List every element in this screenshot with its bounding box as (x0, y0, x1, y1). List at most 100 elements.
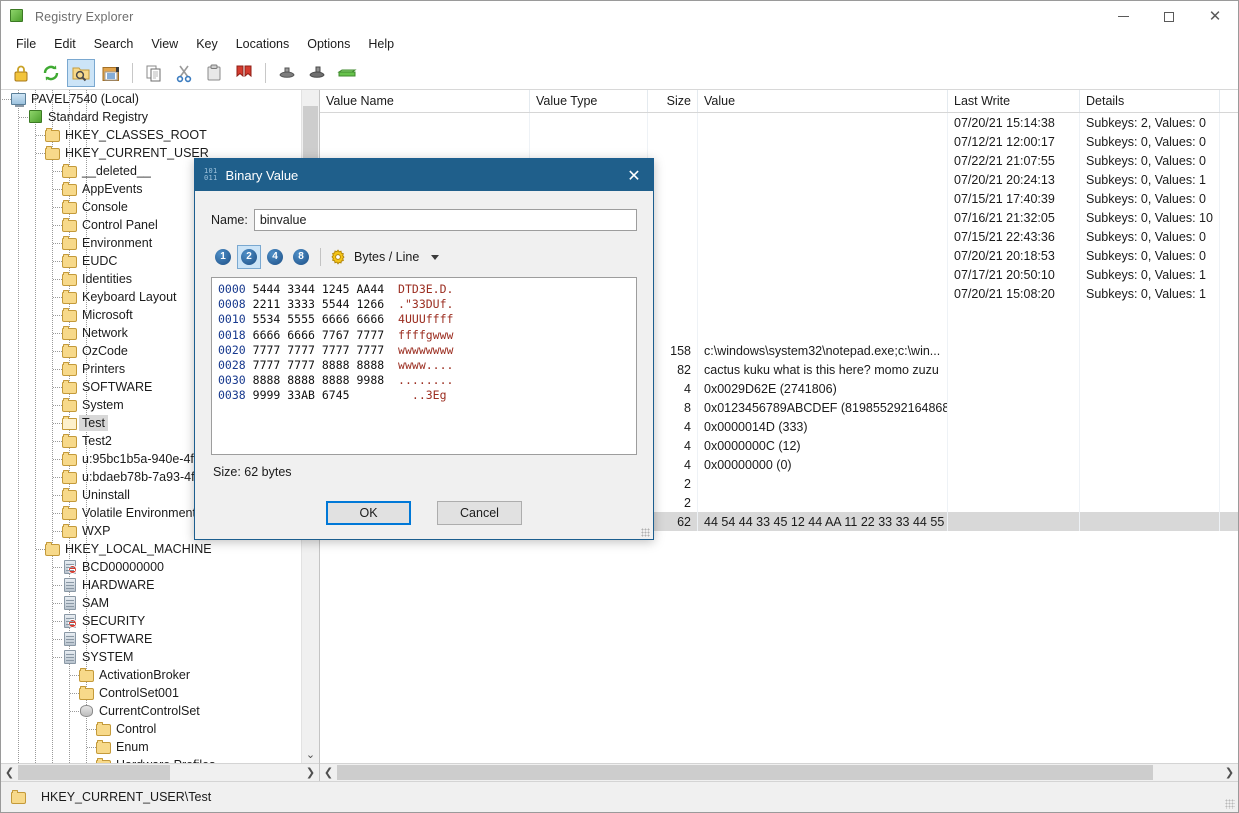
tree-item-activationbroker[interactable]: ActivationBroker (1, 666, 319, 684)
menu-file[interactable]: File (7, 34, 45, 55)
values-hscroll-thumb[interactable] (337, 765, 1153, 780)
folder-icon (62, 361, 78, 377)
folder-icon (62, 253, 78, 269)
cell-last-write (948, 360, 1080, 379)
values-hscroll-right-arrow[interactable]: ❯ (1221, 764, 1238, 781)
cut-icon[interactable] (170, 59, 198, 87)
bookmark-red-icon[interactable] (230, 59, 258, 87)
bytes-per-line-1-label: 1 (215, 249, 231, 265)
cell-last-write (948, 474, 1080, 493)
tree-horizontal-scrollbar[interactable]: ❮ ❯ (1, 763, 319, 781)
toolbar-separator (265, 63, 266, 83)
tree-item-control[interactable]: Control (1, 720, 319, 738)
hex-line: 0008 2211 3333 5544 1266 ."33DUf. (218, 297, 630, 312)
paste-icon[interactable] (200, 59, 228, 87)
tree-scroll-down-arrow[interactable]: ⌄ (302, 746, 319, 763)
tree-hscroll-track[interactable] (18, 764, 302, 781)
refresh-icon[interactable] (37, 59, 65, 87)
minimize-button[interactable] (1100, 1, 1146, 32)
menu-locations[interactable]: Locations (227, 34, 299, 55)
cell-last-write (948, 455, 1080, 474)
window-resize-grip[interactable] (1225, 799, 1235, 809)
ok-button[interactable]: OK (326, 501, 411, 525)
tree-item-hardware[interactable]: HARDWARE (1, 576, 319, 594)
cell-details: Subkeys: 0, Values: 0 (1080, 246, 1220, 265)
cell-details: Subkeys: 2, Values: 0 (1080, 113, 1220, 132)
find-folder-icon[interactable] (67, 59, 95, 87)
dialog-resize-grip[interactable] (641, 528, 650, 537)
plugin2-icon[interactable] (303, 59, 331, 87)
tree-item-currentcontrolset[interactable]: CurrentControlSet (1, 702, 319, 720)
green-bar-icon[interactable] (333, 59, 361, 87)
tree-hscroll-left-arrow[interactable]: ❮ (1, 764, 18, 781)
tree-item-label: Test (79, 415, 108, 431)
cell-value (698, 474, 948, 493)
folder-icon (62, 325, 78, 341)
tree-item-label: HKEY_CLASSES_ROOT (65, 128, 207, 142)
bookmarks-icon[interactable] (97, 59, 125, 87)
hive-denied-icon (62, 613, 78, 629)
menu-edit[interactable]: Edit (45, 34, 85, 55)
table-row[interactable]: 07/20/21 15:14:38 Subkeys: 2, Values: 0 (320, 113, 1238, 132)
column-header-value[interactable]: Value (698, 90, 948, 112)
values-hscroll-left-arrow[interactable]: ❮ (320, 764, 337, 781)
cell-details (1080, 360, 1220, 379)
tree-hscroll-thumb[interactable] (18, 765, 170, 780)
lock-icon[interactable] (7, 59, 35, 87)
folder-icon (62, 181, 78, 197)
hex-offset: 0008 (218, 297, 246, 312)
column-header-last-write[interactable]: Last Write (948, 90, 1080, 112)
cell-value (698, 227, 948, 246)
binary-value-dialog: 101011 Binary Value ✕ Name: 1 2 (194, 158, 654, 540)
copy-icon[interactable] (140, 59, 168, 87)
dialog-close-button[interactable]: ✕ (615, 159, 653, 191)
tree-item-standard-registry[interactable]: Standard Registry (1, 108, 319, 126)
hex-ascii: ..3Eg (398, 388, 447, 403)
bytes-per-line-4[interactable]: 4 (263, 245, 287, 269)
cell-value: 0x0000000C (12) (698, 436, 948, 455)
tree-item-hkey-local-machine[interactable]: HKEY_LOCAL_MACHINE (1, 540, 319, 558)
tree-item-controlset001[interactable]: ControlSet001 (1, 684, 319, 702)
tree-item-enum[interactable]: Enum (1, 738, 319, 756)
cell-last-write: 07/16/21 21:32:05 (948, 208, 1080, 227)
bytes-per-line-8[interactable]: 8 (289, 245, 313, 269)
cell-details (1080, 398, 1220, 417)
hex-bytes: 7777 7777 8888 8888 (252, 358, 399, 373)
tree-item-sam[interactable]: SAM (1, 594, 319, 612)
plugin-icon[interactable] (273, 59, 301, 87)
cell-details: Subkeys: 0, Values: 10 (1080, 208, 1220, 227)
tree-item-security[interactable]: SECURITY (1, 612, 319, 630)
menu-options[interactable]: Options (298, 34, 359, 55)
bytes-per-line-1[interactable]: 1 (211, 245, 235, 269)
value-name-input[interactable] (253, 209, 637, 231)
values-hscroll-track[interactable] (337, 764, 1221, 781)
tree-item-hkey-classes-root[interactable]: HKEY_CLASSES_ROOT (1, 126, 319, 144)
dialog-title-bar: 101 011 Binary Value ✕ (195, 159, 653, 191)
menu-help[interactable]: Help (359, 34, 403, 55)
hex-dump-view[interactable]: 0000 5444 3344 1245 AA44 DTD3E.D. 0008 22… (211, 277, 637, 455)
menu-view[interactable]: View (142, 34, 187, 55)
bytes-per-line-2[interactable]: 2 (237, 245, 261, 269)
folder-icon (62, 289, 78, 305)
tree-item-pavel7540-local[interactable]: PAVEL7540 (Local) (1, 90, 319, 108)
folder-icon (62, 505, 78, 521)
tree-item-bcd00000000[interactable]: BCD00000000 (1, 558, 319, 576)
column-header-size[interactable]: Size (648, 90, 698, 112)
tree-item-hardware-profiles[interactable]: Hardware Profiles (1, 756, 319, 763)
chevron-down-icon[interactable] (431, 254, 440, 260)
tree-item-system[interactable]: SYSTEM (1, 648, 319, 666)
column-header-value-name[interactable]: Value Name (320, 90, 530, 112)
tree-item-software[interactable]: SOFTWARE (1, 630, 319, 648)
menu-key[interactable]: Key (187, 34, 227, 55)
table-row[interactable]: 07/12/21 12:00:17 Subkeys: 0, Values: 0 (320, 132, 1238, 151)
hex-line: 0028 7777 7777 8888 8888 wwww.... (218, 358, 630, 373)
column-header-details[interactable]: Details (1080, 90, 1220, 112)
cancel-button[interactable]: Cancel (437, 501, 522, 525)
values-horizontal-scrollbar[interactable]: ❮ ❯ (320, 763, 1238, 781)
maximize-button[interactable] (1146, 1, 1192, 32)
folder-icon (45, 127, 61, 143)
menu-search[interactable]: Search (85, 34, 143, 55)
column-header-value-type[interactable]: Value Type (530, 90, 648, 112)
close-button[interactable]: ✕ (1192, 1, 1238, 32)
tree-hscroll-right-arrow[interactable]: ❯ (302, 764, 319, 781)
